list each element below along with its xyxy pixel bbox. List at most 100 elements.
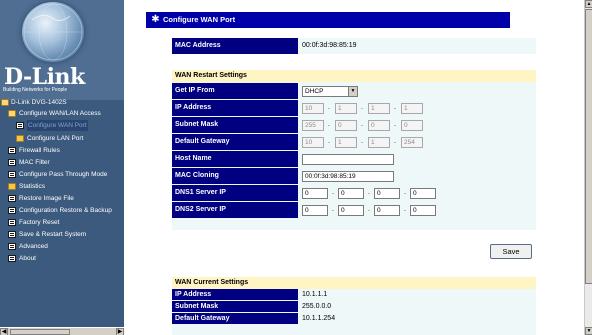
- ip-address-label: IP Address: [172, 100, 298, 116]
- dns2-row: DNS2 Server IP 0 . 0 . 0 . 0: [172, 202, 536, 219]
- get-ip-row: Get IP From DHCP ▼: [172, 83, 536, 100]
- left-nav-frame: D-Link Building Networks for People D-Li…: [0, 0, 124, 335]
- dns1-octet-3[interactable]: 0: [374, 188, 400, 199]
- gateway-octet-2[interactable]: 1: [335, 137, 357, 148]
- nav-item-label: Configure LAN Port: [27, 135, 84, 142]
- page-icon: [16, 122, 24, 129]
- nav-item-label: Configure WAN/LAN Access: [19, 110, 101, 117]
- octet-separator: .: [328, 104, 330, 111]
- subnet-octet-4[interactable]: 0: [401, 120, 423, 131]
- mac-address-value: 00:0f:3d:98:85:19: [302, 42, 357, 49]
- gateway-octet-4[interactable]: 254: [401, 137, 423, 148]
- scroll-left-arrow-icon[interactable]: ◀: [0, 328, 8, 335]
- get-ip-label: Get IP From: [172, 83, 298, 99]
- scroll-down-arrow-icon[interactable]: ▼: [585, 327, 592, 335]
- dns2-octet-1[interactable]: 0: [302, 205, 328, 216]
- dns2-octet-2[interactable]: 0: [338, 205, 364, 216]
- current-subnet-row: Subnet Mask 255.0.0.0: [172, 301, 536, 313]
- nav-item-label: Factory Reset: [19, 219, 60, 226]
- octet-separator: .: [404, 206, 406, 213]
- octet-separator: .: [361, 138, 363, 145]
- wan-current-panel: WAN Current Settings IP Address 10.1.1.1…: [172, 277, 536, 335]
- current-gateway-value: 10.1.1.254: [302, 315, 336, 322]
- nav-horizontal-scrollbar[interactable]: ◀ ▶: [0, 327, 124, 335]
- wan-restart-panel: WAN Restart Settings Get IP From DHCP ▼ …: [172, 70, 536, 230]
- nav-item-label: About: [19, 255, 36, 262]
- wan-restart-heading: WAN Restart Settings: [172, 70, 536, 82]
- scroll-thumb[interactable]: [585, 9, 592, 284]
- octet-separator: .: [404, 189, 406, 196]
- wan-current-heading: WAN Current Settings: [172, 277, 536, 289]
- page-icon: [8, 159, 16, 166]
- nav-item-label: Statistics: [19, 183, 46, 190]
- subnet-octet-1[interactable]: 255: [302, 120, 324, 131]
- octet-separator: .: [394, 138, 396, 145]
- octet-separator: .: [328, 121, 330, 128]
- ip-octet-3[interactable]: 1: [368, 103, 390, 114]
- octet-separator: .: [394, 104, 396, 111]
- host-name-row: Host Name: [172, 151, 536, 168]
- nav-item-label: Advanced: [19, 243, 48, 250]
- octet-separator: .: [332, 189, 334, 196]
- dns2-octet-4[interactable]: 0: [410, 205, 436, 216]
- folder-icon: [16, 135, 24, 142]
- scroll-thumb[interactable]: [10, 329, 70, 335]
- current-ip-value: 10.1.1.1: [302, 291, 328, 298]
- dns2-octet-3[interactable]: 0: [374, 205, 400, 216]
- ip-octet-4[interactable]: 1: [401, 103, 423, 114]
- ip-octet-1[interactable]: 10: [302, 103, 324, 114]
- octet-separator: .: [368, 206, 370, 213]
- mac-address-label: MAC Address: [172, 38, 298, 54]
- get-ip-select[interactable]: DHCP ▼: [302, 86, 358, 97]
- mac-cloning-label: MAC Cloning: [172, 168, 298, 184]
- page-title: Configure WAN Port: [163, 15, 236, 24]
- main-content-frame: ✱ Configure WAN Port MAC Address 00:0f:3…: [124, 0, 584, 335]
- dns1-octet-2[interactable]: 0: [338, 188, 364, 199]
- ip-octet-2[interactable]: 1: [335, 103, 357, 114]
- current-ip-label: IP Address: [172, 289, 298, 300]
- chevron-down-icon[interactable]: ▼: [348, 87, 357, 96]
- nav-item-label: Configure Pass Through Mode: [19, 171, 108, 178]
- logo-area: D-Link Building Networks for People: [0, 0, 124, 100]
- page-icon: [8, 207, 16, 214]
- folder-icon: [8, 183, 16, 190]
- subnet-mask-label: Subnet Mask: [172, 117, 298, 133]
- subnet-octet-2[interactable]: 0: [335, 120, 357, 131]
- main-vertical-scrollbar[interactable]: ▲ ▼: [584, 0, 592, 335]
- folder-open-icon: [1, 99, 9, 106]
- dns1-row: DNS1 Server IP 0 . 0 . 0 . 0: [172, 185, 536, 202]
- page-icon: [8, 147, 16, 154]
- mac-address-row: MAC Address 00:0f:3d:98:85:19: [172, 38, 536, 55]
- gateway-octet-3[interactable]: 1: [368, 137, 390, 148]
- mac-cloning-input[interactable]: 00:0f:3d:98:85:19: [302, 171, 394, 182]
- brand-tagline: Building Networks for People: [3, 87, 68, 93]
- dns1-label: DNS1 Server IP: [172, 185, 298, 201]
- dns1-octet-1[interactable]: 0: [302, 188, 328, 199]
- octet-separator: .: [394, 121, 396, 128]
- scroll-right-arrow-icon[interactable]: ▶: [116, 328, 124, 335]
- octet-separator: .: [328, 138, 330, 145]
- get-ip-selected-value: DHCP: [305, 88, 324, 95]
- octet-separator: .: [361, 104, 363, 111]
- nav-item-label: MAC Filter: [19, 159, 50, 166]
- scroll-up-arrow-icon[interactable]: ▲: [585, 0, 592, 8]
- page-icon: [8, 243, 16, 250]
- dns2-label: DNS2 Server IP: [172, 202, 298, 218]
- nav-item-label: D-Link DVG-1402S: [11, 99, 67, 106]
- save-button[interactable]: Save: [490, 244, 532, 259]
- page-icon: [8, 219, 16, 226]
- subnet-octet-3[interactable]: 0: [368, 120, 390, 131]
- page-icon: [8, 171, 16, 178]
- octet-separator: .: [361, 121, 363, 128]
- nav-item-label: Configuration Restore & Backup: [19, 207, 112, 214]
- dns1-octet-4[interactable]: 0: [410, 188, 436, 199]
- folder-open-icon: [8, 110, 16, 117]
- host-name-input[interactable]: [302, 154, 394, 165]
- globe-icon: [22, 2, 84, 62]
- gateway-octet-1[interactable]: 10: [302, 137, 324, 148]
- current-subnet-value: 255.0.0.0: [302, 303, 332, 310]
- gear-icon: ✱: [151, 14, 160, 25]
- brand-logo: D-Link: [4, 64, 85, 90]
- nav-item-label: Save & Restart System: [19, 231, 87, 238]
- current-gateway-label: Default Gateway: [172, 313, 298, 324]
